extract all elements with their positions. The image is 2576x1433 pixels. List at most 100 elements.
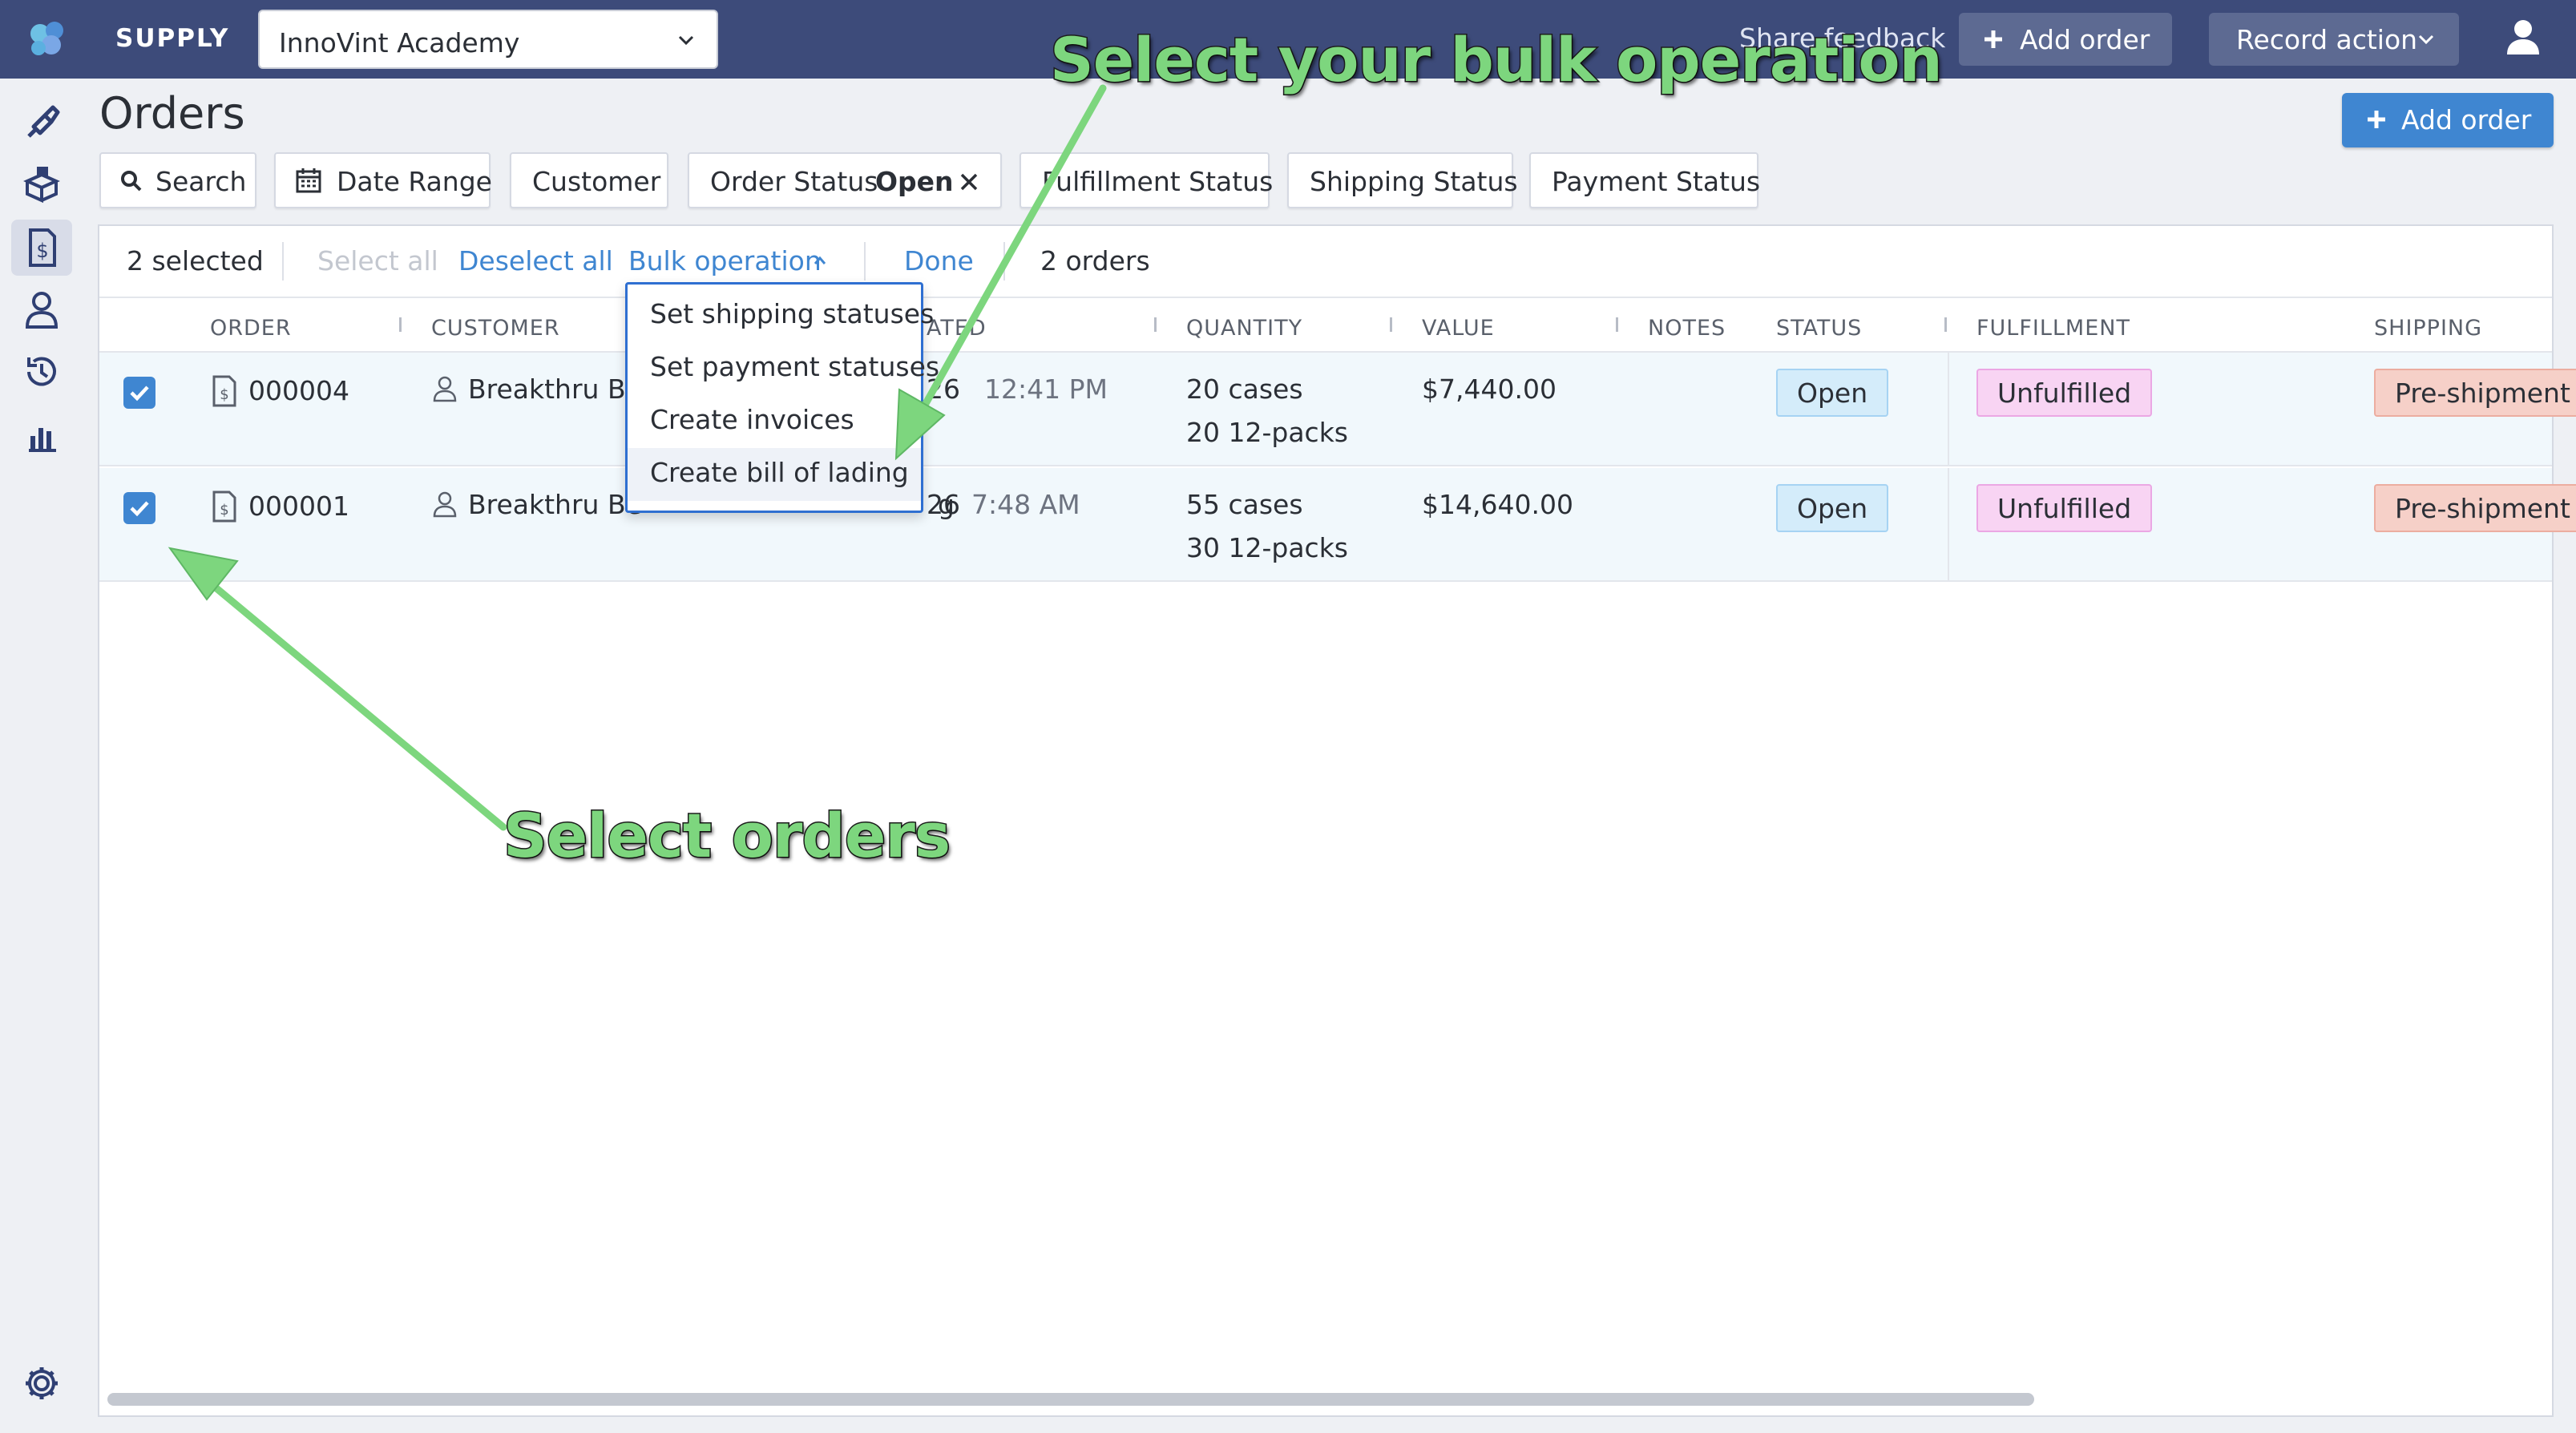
shipping-status-filter-label: Shipping Status bbox=[1310, 166, 1518, 197]
column-header-value[interactable]: VALUE bbox=[1422, 316, 1495, 341]
fulfillment-status-filter-label: Fulfillment Status bbox=[1042, 166, 1274, 197]
customer-icon[interactable] bbox=[21, 289, 63, 330]
created-time: 7:48 AM bbox=[971, 489, 1080, 520]
checkmark-icon bbox=[130, 385, 149, 402]
quantity-line-1: 55 cases bbox=[1186, 489, 1303, 520]
orders-icon[interactable]: $ bbox=[11, 220, 72, 276]
svg-text:$: $ bbox=[220, 502, 228, 519]
deselect-all-link[interactable]: Deselect all bbox=[458, 245, 613, 277]
menu-item-create-bill-of-lading[interactable]: Create bill of lading bbox=[628, 448, 921, 501]
supply-logo-icon[interactable] bbox=[24, 16, 72, 64]
row-checkbox[interactable] bbox=[123, 377, 155, 409]
add-order-label: Add order bbox=[2020, 24, 2150, 55]
status-badge: Open bbox=[1776, 369, 1889, 417]
column-header-quantity[interactable]: QUANTITY bbox=[1186, 316, 1302, 341]
menu-item-set-payment-statuses[interactable]: Set payment statuses bbox=[628, 342, 939, 395]
order-value: $14,640.00 bbox=[1422, 489, 1573, 520]
menu-item-set-shipping-statuses[interactable]: Set shipping statuses bbox=[628, 289, 934, 342]
payment-status-filter-label: Payment Status bbox=[1552, 166, 1761, 197]
plus-icon bbox=[1984, 30, 2002, 48]
annotation-bulk-operation: Select your bulk operation bbox=[1049, 23, 1944, 97]
column-resize-handle[interactable] bbox=[1154, 317, 1157, 332]
row-checkbox[interactable] bbox=[123, 492, 155, 524]
payment-status-filter-button[interactable]: Payment Status bbox=[1529, 152, 1761, 208]
plus-icon bbox=[2368, 111, 2385, 128]
chevron-down-icon bbox=[2418, 34, 2434, 45]
order-status-filter-label: Order Status bbox=[710, 166, 878, 197]
divider bbox=[282, 242, 284, 281]
brush-icon[interactable] bbox=[21, 101, 63, 143]
column-resize-handle[interactable] bbox=[1390, 317, 1392, 332]
fulfillment-badge: Unfulfilled bbox=[1976, 484, 2153, 532]
column-header-fulfillment[interactable]: FULFILLMENT bbox=[1976, 316, 2130, 341]
table-row[interactable]: $ 000001 Breakthru Be g 26 7:48 AM 55 ca… bbox=[99, 468, 2576, 582]
order-status-filter-chip[interactable]: Order Status Open bbox=[688, 152, 1002, 208]
topbar-add-order-button[interactable]: Add order bbox=[1959, 13, 2172, 66]
calendar-icon bbox=[296, 168, 321, 193]
column-header-notes[interactable]: NOTES bbox=[1648, 316, 1726, 341]
bulk-operation-toggle[interactable]: Bulk operation bbox=[628, 245, 822, 277]
order-document-icon: $ bbox=[212, 375, 236, 407]
menu-item-create-invoices[interactable]: Create invoices bbox=[628, 395, 921, 448]
shipping-status-filter-button[interactable]: Shipping Status bbox=[1287, 152, 1518, 208]
table-header: ORDER CUSTOMER ATED QUANTITY VALUE NOTES… bbox=[99, 298, 2552, 353]
selection-bar: 2 selected Select all Deselect all Bulk … bbox=[99, 226, 2552, 298]
chevron-up-icon bbox=[814, 256, 826, 264]
column-resize-handle[interactable] bbox=[1944, 317, 1947, 332]
status-badge: Open bbox=[1776, 484, 1889, 532]
fulfillment-status-filter-button[interactable]: Fulfillment Status bbox=[1019, 152, 1274, 208]
divider bbox=[864, 242, 866, 281]
search-filter-button[interactable]: Search bbox=[99, 152, 256, 208]
record-action-label: Record action bbox=[2236, 24, 2418, 55]
user-account-icon[interactable] bbox=[2502, 16, 2544, 58]
settings-icon[interactable] bbox=[21, 1362, 63, 1404]
quantity-line-1: 20 cases bbox=[1186, 373, 1303, 405]
column-header-shipping[interactable]: SHIPPING bbox=[2374, 316, 2482, 341]
quantity-line-2: 20 12-packs bbox=[1186, 417, 1348, 448]
date-range-filter-label: Date Range bbox=[337, 166, 492, 197]
selected-count: 2 selected bbox=[127, 245, 264, 277]
date-range-filter-button[interactable]: Date Range bbox=[274, 152, 492, 208]
reports-icon[interactable] bbox=[21, 415, 63, 457]
organization-select[interactable]: InnoVint Academy bbox=[258, 10, 718, 69]
quantity-line-2: 30 12-packs bbox=[1186, 532, 1348, 563]
person-icon bbox=[433, 376, 457, 402]
order-status-filter-value: Open bbox=[875, 166, 954, 197]
annotation-select-orders: Select orders bbox=[502, 799, 951, 873]
horizontal-scrollbar[interactable] bbox=[107, 1393, 2034, 1406]
column-header-created[interactable]: ATED bbox=[927, 316, 987, 341]
close-icon[interactable] bbox=[959, 172, 979, 192]
table-row[interactable]: $ 000004 Breakthru Be 26 12:41 PM 20 cas… bbox=[99, 353, 2576, 466]
fulfillment-badge: Unfulfilled bbox=[1976, 369, 2153, 417]
customer-name[interactable]: Breakthru Be bbox=[468, 373, 642, 405]
customer-name[interactable]: Breakthru Be bbox=[468, 489, 642, 520]
order-document-icon: $ bbox=[212, 490, 236, 523]
search-icon bbox=[121, 171, 142, 192]
record-action-button[interactable]: Record action bbox=[2209, 13, 2459, 66]
column-resize-handle[interactable] bbox=[1616, 317, 1618, 332]
page-title: Orders bbox=[99, 88, 245, 139]
order-number[interactable]: 000001 bbox=[248, 490, 349, 522]
svg-text:$: $ bbox=[36, 240, 48, 262]
customer-filter-button[interactable]: Customer bbox=[510, 152, 668, 208]
created-time: 12:41 PM bbox=[984, 373, 1108, 405]
order-number[interactable]: 000004 bbox=[248, 375, 349, 406]
organization-select-value: InnoVint Academy bbox=[279, 27, 520, 59]
checkmark-icon bbox=[130, 501, 149, 517]
add-order-button[interactable]: Add order bbox=[2342, 93, 2554, 147]
column-header-order[interactable]: ORDER bbox=[210, 316, 292, 341]
column-header-customer[interactable]: CUSTOMER bbox=[431, 316, 560, 341]
boxes-icon[interactable] bbox=[21, 163, 63, 205]
column-header-status[interactable]: STATUS bbox=[1776, 316, 1862, 341]
column-divider bbox=[1948, 353, 1949, 466]
select-all-link[interactable]: Select all bbox=[317, 245, 438, 277]
search-filter-label: Search bbox=[155, 166, 247, 197]
divider bbox=[1003, 242, 1005, 281]
brand-name: SUPPLY bbox=[115, 24, 230, 53]
column-divider bbox=[1948, 468, 1949, 582]
column-resize-handle[interactable] bbox=[399, 317, 402, 332]
history-icon[interactable] bbox=[21, 351, 63, 393]
person-icon bbox=[433, 491, 457, 518]
customer-filter-label: Customer bbox=[532, 166, 661, 197]
done-link[interactable]: Done bbox=[904, 245, 974, 277]
